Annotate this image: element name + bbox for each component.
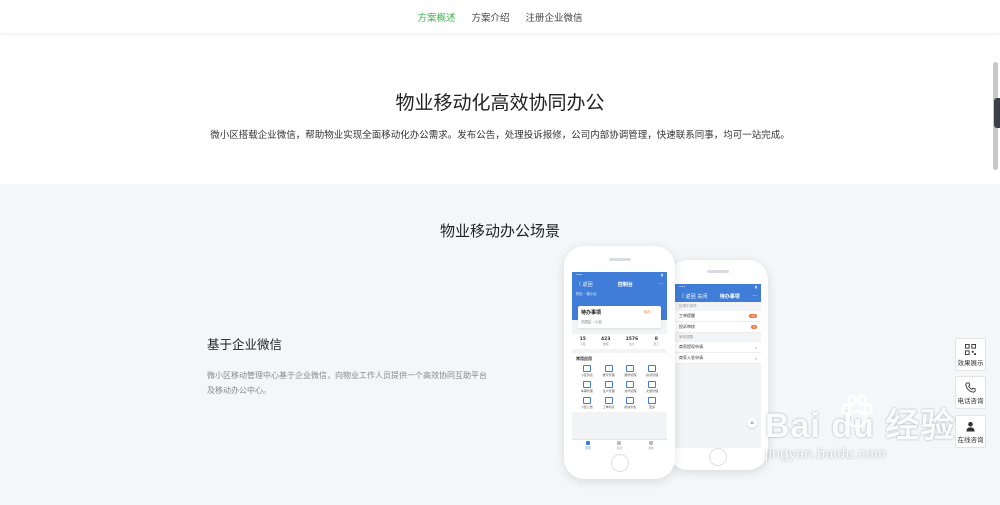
- todo-card: 待办事项 花园区 › 小区 待办 ›: [578, 306, 661, 328]
- hero-section: 物业移动化高效协同办公 微小区搭载企业微信，帮助物业实现全面移动化办公需求。发布…: [0, 33, 1000, 184]
- phone-screen-console: ••• ▮ 〈 返回 控制台 ··· 物业 · 微小区 待办事项 花园区 › 小区…: [572, 272, 667, 450]
- list-item: 商家提现申请 ›: [675, 342, 761, 353]
- online-consult-label: 在线咨询: [957, 436, 984, 444]
- app-item: 小区列表: [576, 365, 598, 377]
- feature-description: 微小区移动管理中心基于企业微信，向物业工作人员提供一个高效协同互助平台及移动办公…: [207, 371, 487, 395]
- app-icon: [648, 397, 657, 404]
- phone-mockup-console: ••• ▮ 〈 返回 控制台 ··· 物业 · 微小区 待办事项 花园区 › 小区…: [564, 246, 675, 479]
- tab-profile: 我的: [648, 440, 654, 450]
- app-bar-title: 控制台: [617, 281, 633, 288]
- app-icon: [604, 397, 613, 404]
- more-icon: ···: [658, 281, 663, 287]
- app-icon: [582, 365, 591, 372]
- app-bar: 〈 返回 控制台 ···: [572, 278, 667, 290]
- app-icon: [582, 381, 591, 388]
- app-item: 文章管理: [641, 381, 663, 393]
- app-icon: [626, 381, 635, 388]
- list-item: 商家入驻申请 ›: [675, 353, 761, 364]
- stat-item: 15 小区: [579, 337, 586, 346]
- app-item: 住户管理: [598, 381, 620, 393]
- phone-speaker: [608, 258, 631, 261]
- app-icon: [626, 397, 635, 404]
- app-item: 更多: [641, 397, 663, 409]
- hero-subtitle: 微小区搭载企业微信，帮助物业实现全面移动化办公需求。发布公告，处理投诉报修，公司…: [210, 130, 790, 141]
- demo-button[interactable]: 效果展示: [955, 338, 986, 371]
- app-item: 投诉管理: [641, 365, 663, 377]
- scene-title: 物业移动办公场景: [439, 222, 560, 240]
- more-icon: ···: [752, 293, 757, 299]
- stat-item: 1576 住户: [625, 337, 639, 346]
- app-item: 小区公告: [576, 397, 598, 409]
- app-icon: [648, 381, 657, 388]
- back-link: 〈 返回: [679, 293, 696, 300]
- feature-title: 基于企业微信: [207, 337, 283, 352]
- app-icon: [604, 365, 613, 372]
- phone-icon: [965, 382, 976, 393]
- section-label: 处理中事项: [679, 304, 697, 308]
- count-badge: 12: [749, 314, 757, 318]
- demo-label: 效果展示: [957, 359, 984, 367]
- nav-item-register[interactable]: 注册企业微信: [526, 10, 583, 24]
- stat-item: 423 楼栋: [601, 337, 611, 346]
- phone-consult-label: 电话咨询: [957, 397, 984, 405]
- app-icon: [582, 397, 591, 404]
- phone-home-button: [709, 448, 727, 466]
- header-band: 物业 · 微小区 待办事项 花园区 › 小区 待办 ›: [572, 290, 667, 328]
- phone-speaker: [707, 270, 729, 273]
- todo-tag: 待办 ›: [643, 310, 653, 314]
- phone-screen-todo: ••• ▮ 〈 返回 关闭 待办事项 ··· 处理中事项 工单提醒 12 投诉审核 5…: [675, 284, 761, 448]
- app-icon: [626, 365, 635, 372]
- user-icon: [966, 421, 975, 432]
- app-item: 楼宇管理: [598, 365, 620, 377]
- phone-mockup-todo: ••• ▮ 〈 返回 关闭 待办事项 ··· 处理中事项 工单提醒 12 投诉审核 5…: [668, 260, 768, 470]
- app-bar: 〈 返回 关闭 待办事项 ···: [675, 290, 761, 302]
- chevron-right-icon: ›: [755, 344, 757, 350]
- stat-item: 8 员工: [653, 337, 660, 346]
- paw-icon: [841, 394, 873, 428]
- count-badge: 5: [751, 325, 757, 329]
- top-nav: 方案概述 方案介绍 注册企业微信: [0, 0, 1000, 33]
- app-item: 报修管理: [620, 365, 642, 377]
- phone-consult-button[interactable]: 电话咨询: [955, 376, 986, 409]
- watermark-url: jingyan.baidu.com: [765, 445, 887, 461]
- list-item: 工单提醒 12: [675, 311, 761, 322]
- app-item: 模块列表: [620, 397, 642, 409]
- close-link: 关闭: [697, 293, 708, 300]
- nav-item-overview[interactable]: 方案概述: [417, 10, 455, 24]
- chevron-right-icon: ›: [755, 355, 757, 361]
- app-item: 访问管理: [620, 381, 642, 393]
- todo-subtitle: 花园区 › 小区: [581, 320, 603, 324]
- tab-home: 首页: [585, 440, 591, 450]
- breadcrumb: 物业 · 微小区: [576, 292, 597, 296]
- home-icon: ⌂: [747, 418, 757, 428]
- online-consult-button[interactable]: 在线咨询: [955, 415, 986, 448]
- back-link: 〈 返回: [576, 281, 593, 288]
- app-icon: [648, 365, 657, 372]
- tab-messages: 消息: [617, 440, 622, 450]
- nav-item-introduction[interactable]: 方案介绍: [471, 10, 509, 24]
- phone-home-button: [610, 454, 629, 472]
- section-label: 审核提醒: [679, 335, 693, 339]
- edge-tab[interactable]: [994, 98, 1000, 128]
- list-item: 投诉审核 5: [675, 322, 761, 333]
- tab-bar: 首页 消息 我的: [572, 439, 667, 450]
- apps-panel: 常用应用 小区列表 楼宇管理 报修管理 投诉管理 车辆管理 住户管理 访问管理 …: [572, 353, 667, 412]
- stats-row: 15 小区 423 楼栋 1576 住户 8 员工: [572, 334, 667, 349]
- apps-title: 常用应用: [576, 356, 592, 361]
- app-bar-title: 待办事项: [719, 293, 740, 300]
- app-icon: [604, 381, 613, 388]
- baidu-watermark: Bai du 经验 jingyan.baidu.com: [765, 394, 955, 461]
- app-item: 工单列表: [598, 397, 620, 409]
- qr-code-icon: [965, 344, 976, 355]
- hero-title: 物业移动化高效协同办公: [395, 92, 605, 114]
- app-item: 车辆管理: [576, 381, 598, 393]
